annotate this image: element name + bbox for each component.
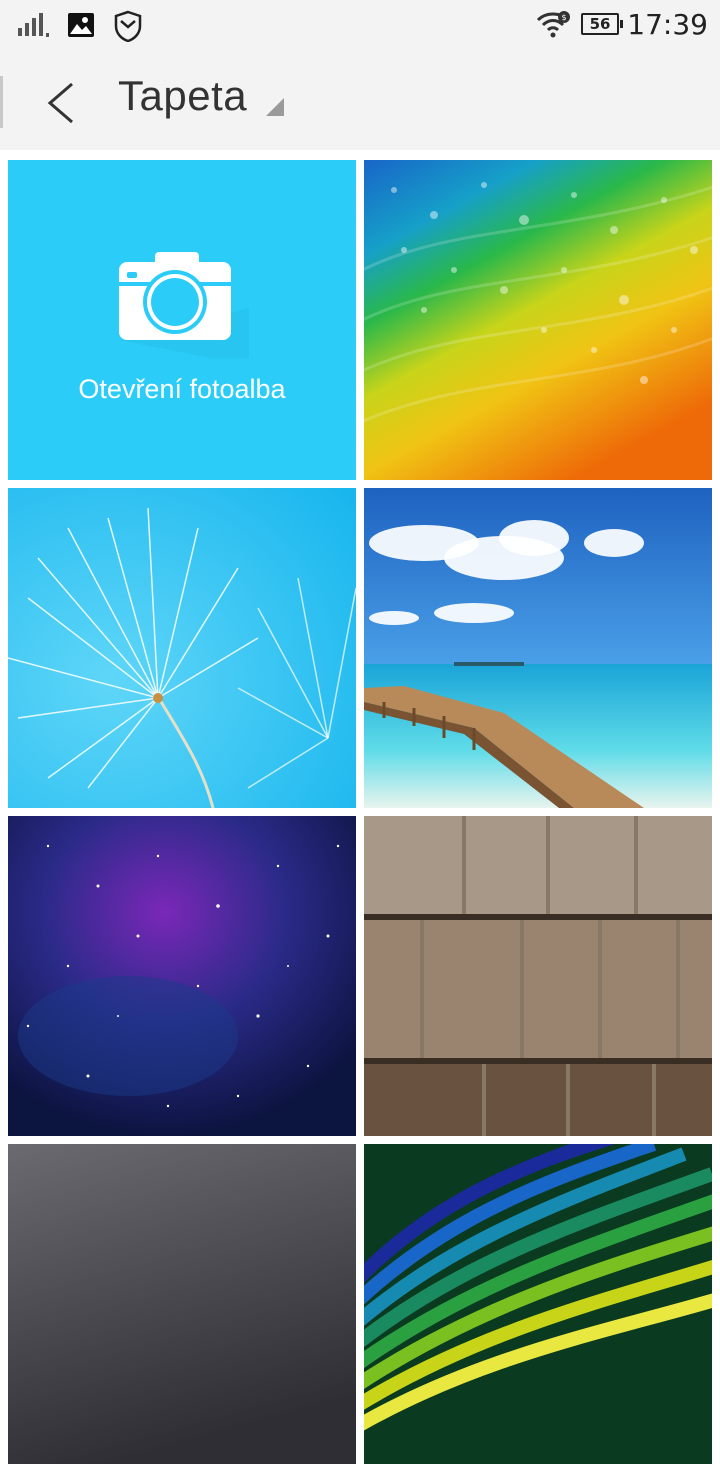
wallpaper-thumbnail[interactable] bbox=[364, 160, 712, 480]
wallpaper-gray-texture bbox=[8, 1144, 356, 1464]
wallpaper-beach-pier bbox=[364, 488, 712, 808]
wifi-icon: $ bbox=[536, 10, 572, 45]
battery-indicator: 56 bbox=[581, 13, 623, 35]
wallpaper-rainbow-layers bbox=[364, 1144, 712, 1464]
camera-icon bbox=[115, 248, 249, 363]
wallpaper-rainbow-droplets bbox=[364, 160, 712, 480]
wallpaper-thumbnail[interactable] bbox=[8, 816, 356, 1136]
open-photo-album-tile[interactable]: Otevření fotoalba bbox=[8, 160, 356, 480]
page-title: Tapeta bbox=[118, 72, 248, 119]
chevron-left-icon bbox=[47, 82, 73, 124]
wallpaper-wood-shingles bbox=[364, 816, 712, 1136]
wallpaper-thumbnail[interactable] bbox=[8, 488, 356, 808]
wallpaper-dandelion-blue bbox=[8, 488, 356, 808]
signal-icon bbox=[16, 12, 50, 43]
triangle-dropdown-icon bbox=[266, 98, 284, 116]
wallpaper-starry-galaxy bbox=[8, 816, 356, 1136]
image-notification-icon bbox=[67, 12, 95, 43]
status-time: 17:39 bbox=[627, 8, 708, 41]
album-label: Otevření fotoalba bbox=[78, 374, 286, 404]
action-bar: Tapeta bbox=[0, 52, 720, 150]
wallpaper-thumbnail[interactable] bbox=[364, 488, 712, 808]
wallpaper-thumbnail[interactable] bbox=[364, 816, 712, 1136]
shield-icon bbox=[114, 10, 142, 47]
title-dropdown[interactable] bbox=[264, 96, 286, 118]
status-bar: $ 56 17:39 bbox=[0, 0, 720, 52]
wallpaper-thumbnail[interactable] bbox=[8, 1144, 356, 1464]
wallpaper-thumbnail[interactable] bbox=[364, 1144, 712, 1464]
divider bbox=[0, 76, 3, 128]
back-button[interactable] bbox=[36, 74, 92, 130]
svg-text:$: $ bbox=[561, 13, 566, 22]
